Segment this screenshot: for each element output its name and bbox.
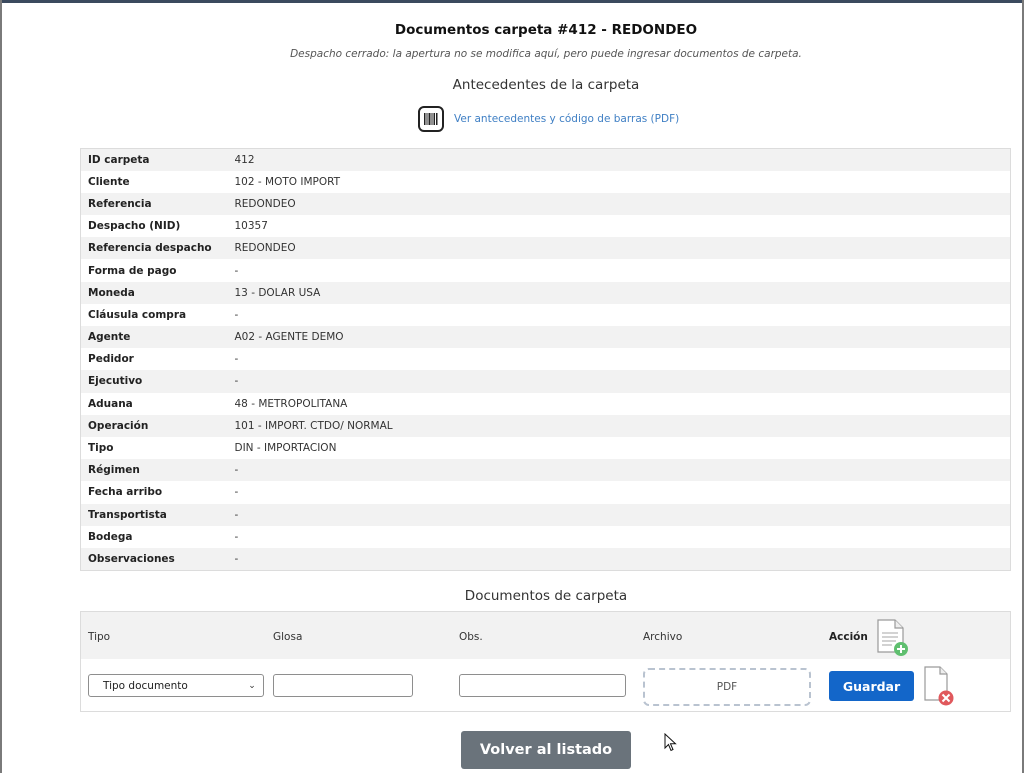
antecedente-row: Ejecutivo - <box>80 370 1011 393</box>
antecedente-row: Transportista - <box>80 503 1011 526</box>
page-subtitle: Despacho cerrado: la apertura no se modi… <box>290 48 802 60</box>
frame-left <box>0 0 2 773</box>
antecedente-label: Moneda <box>80 281 228 304</box>
page-title: Documentos carpeta #412 - REDONDEO <box>394 22 698 38</box>
antecedente-row: Referencia REDONDEO <box>80 192 1011 216</box>
antecedente-value: 48 - METROPOLITANA <box>227 392 1011 415</box>
antecedente-row: Bodega - <box>80 525 1011 548</box>
glosa-input[interactable] <box>273 674 413 697</box>
delete-document-icon[interactable] <box>922 665 958 707</box>
header-tipo: Tipo <box>88 631 111 643</box>
antecedente-value: - <box>227 348 1011 371</box>
antecedente-label: Fecha arribo <box>80 481 228 504</box>
antecedente-value: A02 - AGENTE DEMO <box>227 326 1011 349</box>
pdf-link-row: Ver antecedentes y código de barras (PDF… <box>418 106 679 132</box>
header-archivo: Archivo <box>643 631 683 643</box>
archivo-placeholder: PDF <box>716 681 738 693</box>
antecedente-row: Referencia despacho REDONDEO <box>80 237 1011 260</box>
antecedente-value: - <box>227 303 1011 326</box>
antecedente-row: ID carpeta 412 <box>80 148 1011 171</box>
obs-input[interactable] <box>459 674 626 697</box>
antecedente-row: Pedidor - <box>80 348 1011 371</box>
barcode-icon[interactable] <box>418 106 444 132</box>
antecedente-row: Tipo DIN - IMPORTACION <box>80 436 1011 460</box>
pdf-antecedentes-link[interactable]: Ver antecedentes y código de barras (PDF… <box>454 113 679 125</box>
antecedente-value: 10357 <box>227 215 1011 238</box>
tipo-documento-select[interactable]: Tipo documento ⌄ <box>88 674 264 697</box>
antecedente-value: 102 - MOTO IMPORT <box>227 170 1011 193</box>
antecedente-row: Régimen - <box>80 459 1011 482</box>
archivo-dropzone[interactable]: PDF <box>643 668 811 706</box>
documentos-header-row: Tipo Glosa Obs. Archivo Acción <box>81 612 1010 659</box>
antecedente-label: Pedidor <box>80 348 228 371</box>
antecedente-label: Cliente <box>80 170 228 193</box>
antecedente-label: Ejecutivo <box>80 370 228 393</box>
antecedente-label: ID carpeta <box>80 148 228 171</box>
antecedente-label: Referencia <box>80 192 228 216</box>
antecedente-label: Tipo <box>80 436 228 460</box>
antecedente-value: REDONDEO <box>227 192 1011 216</box>
antecedentes-table: ID carpeta 412 Cliente 102 - MOTO IMPORT Ref… <box>80 148 1011 571</box>
antecedente-row: Cláusula compra - <box>80 303 1011 326</box>
antecedente-row: Observaciones - <box>80 547 1011 571</box>
antecedentes-title: Antecedentes de la carpeta <box>452 77 640 93</box>
mouse-cursor-icon <box>664 732 678 753</box>
antecedente-value: - <box>227 503 1011 526</box>
documentos-table: Tipo Glosa Obs. Archivo Acción Tipo docu… <box>80 611 1011 712</box>
antecedente-label: Régimen <box>80 459 228 482</box>
header-accion: Acción <box>829 631 868 643</box>
antecedente-value: - <box>227 370 1011 393</box>
back-to-list-button[interactable]: Volver al listado <box>461 731 631 769</box>
antecedente-value: - <box>227 459 1011 482</box>
antecedente-value: - <box>227 547 1011 571</box>
antecedente-row: Cliente 102 - MOTO IMPORT <box>80 170 1011 193</box>
chevron-down-icon: ⌄ <box>248 680 256 691</box>
antecedente-row: Operación 101 - IMPORT. CTDO/ NORMAL <box>80 414 1011 437</box>
antecedente-row: Fecha arribo - <box>80 481 1011 504</box>
antecedente-label: Agente <box>80 326 228 349</box>
antecedente-value: REDONDEO <box>227 237 1011 260</box>
antecedente-label: Aduana <box>80 392 228 415</box>
add-document-icon[interactable] <box>876 619 910 657</box>
antecedente-label: Referencia despacho <box>80 237 228 260</box>
documentos-input-row: Tipo documento ⌄ PDF Guardar <box>81 659 1010 711</box>
antecedente-row: Agente A02 - AGENTE DEMO <box>80 326 1011 349</box>
antecedente-label: Cláusula compra <box>80 303 228 326</box>
header-glosa: Glosa <box>273 631 303 643</box>
antecedente-row: Moneda 13 - DOLAR USA <box>80 281 1011 304</box>
antecedente-value: - <box>227 525 1011 548</box>
antecedente-label: Forma de pago <box>80 259 228 282</box>
header-obs: Obs. <box>459 631 483 643</box>
antecedente-row: Aduana 48 - METROPOLITANA <box>80 392 1011 415</box>
antecedente-value: 412 <box>227 148 1011 171</box>
antecedente-label: Despacho (NID) <box>80 215 228 238</box>
antecedente-row: Despacho (NID) 10357 <box>80 215 1011 238</box>
antecedente-value: - <box>227 481 1011 504</box>
antecedente-value: 101 - IMPORT. CTDO/ NORMAL <box>227 414 1011 437</box>
antecedente-value: 13 - DOLAR USA <box>227 281 1011 304</box>
antecedente-label: Bodega <box>80 525 228 548</box>
antecedente-label: Transportista <box>80 503 228 526</box>
antecedente-label: Observaciones <box>80 547 228 571</box>
antecedente-value: DIN - IMPORTACION <box>227 436 1011 460</box>
antecedente-row: Forma de pago - <box>80 259 1011 282</box>
top-border <box>0 0 1024 3</box>
documentos-title: Documentos de carpeta <box>464 588 628 604</box>
antecedente-value: - <box>227 259 1011 282</box>
save-button[interactable]: Guardar <box>829 671 914 701</box>
tipo-documento-value: Tipo documento <box>103 679 188 692</box>
antecedente-label: Operación <box>80 414 228 437</box>
